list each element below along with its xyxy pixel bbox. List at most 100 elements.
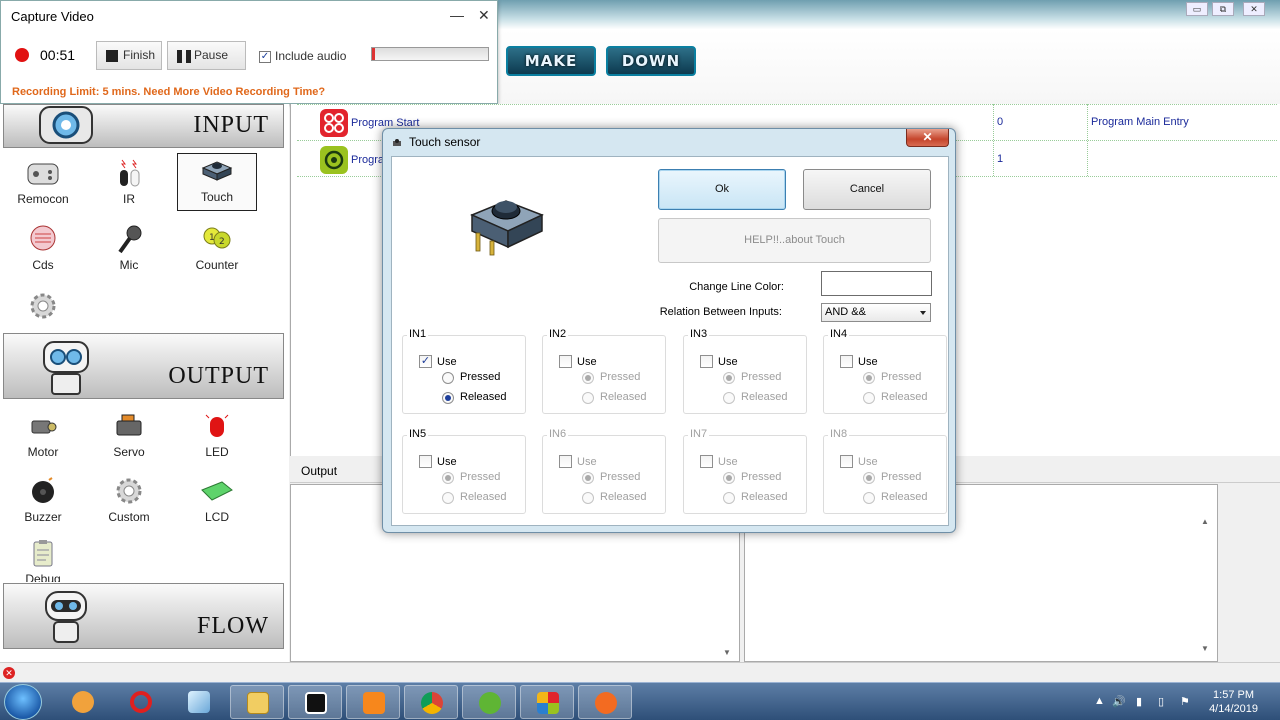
app-minimize-button[interactable]: ▭: [1186, 2, 1208, 16]
output-label: Output: [301, 464, 338, 478]
tool-buzzer[interactable]: Buzzer: [3, 474, 83, 532]
sublime-text-icon[interactable]: [346, 685, 400, 719]
released-radio: [582, 392, 594, 404]
input-group-in5: IN5 Use Pressed Released: [402, 428, 526, 514]
output-section-header[interactable]: OUTPUT: [3, 333, 284, 399]
touch-sensor-icon: [393, 139, 401, 146]
notepad-icon[interactable]: [172, 685, 226, 719]
touch-sensor-icon: [200, 156, 234, 186]
dialog-close-button[interactable]: ✕: [906, 129, 949, 147]
tool-led[interactable]: LED: [177, 409, 257, 467]
pause-button[interactable]: Pause: [167, 41, 246, 70]
intellij-icon[interactable]: [288, 685, 342, 719]
input-group-in7: IN7 Use Pressed Released: [683, 428, 807, 514]
capture-title: Capture Video: [11, 9, 94, 24]
input-section-header[interactable]: INPUT: [3, 104, 284, 148]
program-row-name[interactable]: Progra: [351, 154, 384, 166]
use-checkbox[interactable]: [419, 455, 432, 468]
pressed-label: Pressed: [460, 371, 501, 383]
scroll-down-icon[interactable]: ▼: [1201, 644, 1213, 653]
tool-label: Servo: [113, 445, 145, 459]
use-label: Use: [437, 356, 457, 368]
screen-recorder-icon[interactable]: [578, 685, 632, 719]
file-explorer-icon[interactable]: [230, 685, 284, 719]
use-label: Use: [577, 456, 597, 468]
download-button[interactable]: DOWN: [606, 46, 696, 76]
touch-sensor-dialog: Touch sensor ✕ Ok Cancel HELP!!..about T…: [382, 128, 956, 533]
ok-button[interactable]: Ok: [658, 169, 786, 210]
scroll-up-icon[interactable]: ▲: [1201, 517, 1213, 526]
tool-ir[interactable]: IR: [89, 156, 169, 214]
help-button[interactable]: HELP!!..about Touch: [658, 218, 931, 263]
tool-remocon[interactable]: Remocon: [3, 156, 83, 214]
tool-mic[interactable]: Mic: [89, 222, 169, 280]
include-audio-checkbox[interactable]: ✓ Include audio: [259, 49, 346, 63]
input-section-label: INPUT: [193, 112, 269, 138]
use-checkbox[interactable]: ✓: [419, 355, 432, 368]
chrome-icon[interactable]: [404, 685, 458, 719]
lcd-icon: [200, 476, 234, 506]
pressed-radio: [863, 472, 875, 484]
tool-label: Counter: [195, 258, 239, 272]
servo-icon: [112, 411, 146, 441]
cds-sensor-icon: [26, 224, 60, 254]
recording-limit-link[interactable]: Recording Limit: 5 mins. Need More Video…: [12, 86, 325, 98]
released-radio: [863, 492, 875, 504]
taskbar-clock[interactable]: 1:57 PM 4/14/2019: [1209, 688, 1258, 716]
media-player-icon[interactable]: [56, 685, 110, 719]
pressed-label: Pressed: [881, 471, 922, 483]
tool-servo[interactable]: Servo: [89, 409, 169, 467]
flow-section-header[interactable]: FLOW: [3, 583, 284, 649]
tool-touch[interactable]: Touch: [177, 153, 257, 211]
robot-app-icon[interactable]: [520, 685, 574, 719]
released-label: Released: [460, 391, 507, 403]
use-checkbox: [559, 455, 572, 468]
windows-start-icon[interactable]: [4, 684, 42, 720]
released-label: Released: [741, 391, 788, 403]
tool-label: Mic: [119, 258, 139, 272]
input-group-title: IN4: [828, 328, 850, 340]
app-restore-button[interactable]: ⧉: [1212, 2, 1234, 16]
recording-timer: 00:51: [40, 47, 76, 63]
pressed-label: Pressed: [741, 371, 782, 383]
tool-cds[interactable]: Cds: [3, 222, 83, 280]
utorrent-icon[interactable]: [462, 685, 516, 719]
tool-debug[interactable]: Debug: [3, 536, 83, 582]
use-checkbox[interactable]: [559, 355, 572, 368]
pressed-radio: [582, 472, 594, 484]
battery-icon[interactable]: ▯: [1158, 695, 1164, 708]
tray-expand-icon[interactable]: ▲: [1094, 695, 1105, 707]
make-button[interactable]: MAKE: [506, 46, 596, 76]
tool-counter[interactable]: 1 2 Counter: [177, 222, 257, 280]
released-radio: [582, 492, 594, 504]
tool-custom[interactable]: Custom: [89, 474, 169, 532]
program-grid-top: [297, 104, 1277, 105]
input-group-in6: IN6 Use Pressed Released: [542, 428, 666, 514]
scroll-down-icon[interactable]: ▼: [723, 648, 735, 657]
use-checkbox[interactable]: [700, 355, 713, 368]
use-checkbox[interactable]: [840, 355, 853, 368]
network-icon[interactable]: ▮: [1136, 695, 1142, 708]
line-color-picker[interactable]: [821, 271, 932, 296]
volume-icon[interactable]: 🔊: [1112, 695, 1126, 708]
pressed-radio: [723, 372, 735, 384]
tool-motor[interactable]: Motor: [3, 409, 83, 467]
error-icon[interactable]: ✕: [3, 667, 15, 679]
cancel-button[interactable]: Cancel: [803, 169, 931, 210]
app-close-button[interactable]: ✕: [1243, 2, 1265, 16]
capture-close-button[interactable]: ✕: [478, 7, 490, 24]
capture-minimize-button[interactable]: —: [450, 7, 464, 23]
relation-select[interactable]: AND &&: [821, 303, 931, 322]
released-radio[interactable]: [442, 392, 454, 404]
flag-icon[interactable]: ⚑: [1180, 695, 1190, 708]
svg-text:2: 2: [219, 237, 225, 247]
pressed-label: Pressed: [600, 371, 641, 383]
tool-lcd[interactable]: LCD: [177, 474, 257, 532]
led-icon: [200, 411, 234, 441]
finish-button[interactable]: Finish: [96, 41, 162, 70]
pressed-radio[interactable]: [442, 372, 454, 384]
pressed-label: Pressed: [460, 471, 501, 483]
opera-browser-icon[interactable]: [114, 685, 168, 719]
tool-label: Cds: [32, 258, 54, 272]
pressed-label: Pressed: [881, 371, 922, 383]
